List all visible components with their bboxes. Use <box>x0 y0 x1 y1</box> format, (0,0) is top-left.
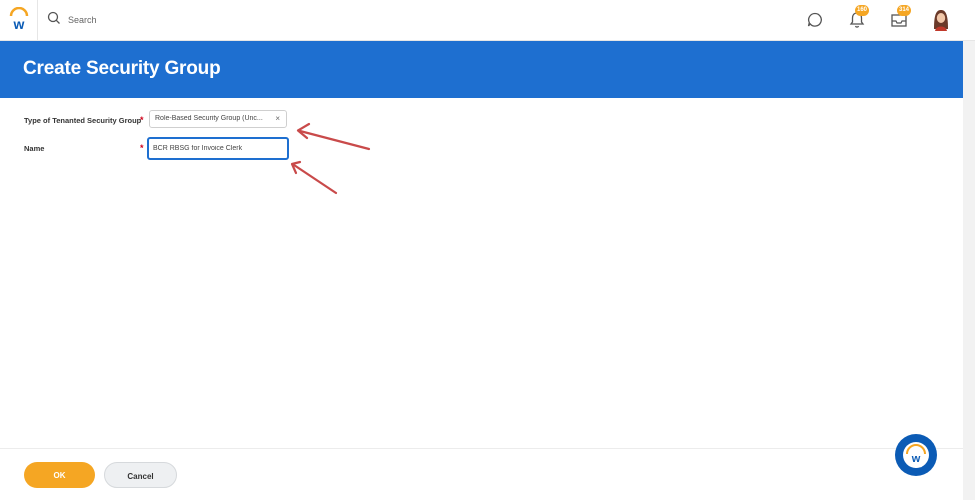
clear-selection-icon[interactable]: × <box>275 114 280 123</box>
annotation-arrow <box>296 122 371 151</box>
svg-text:w: w <box>911 453 921 465</box>
annotation-arrow <box>290 160 338 195</box>
name-required-mark: * <box>140 143 144 153</box>
type-field-label: Type of Tenanted Security Group <box>24 116 142 125</box>
avatar[interactable] <box>930 7 952 31</box>
assistant-icon[interactable]: w <box>895 434 937 476</box>
svg-text:w: w <box>13 16 25 31</box>
search-input[interactable] <box>68 11 268 29</box>
workday-logo-icon[interactable]: w <box>0 0 38 40</box>
name-field-label: Name <box>24 144 45 153</box>
top-bar: w 160 314 <box>0 0 975 41</box>
page-title: Create Security Group <box>23 58 221 79</box>
scrollbar[interactable] <box>963 41 975 500</box>
notification-badge: 160 <box>855 5 870 16</box>
type-select-value: Role-Based Security Group (Unc... <box>155 115 263 122</box>
ok-button[interactable]: OK <box>24 462 95 488</box>
chat-icon[interactable] <box>806 11 824 29</box>
type-required-mark: * <box>140 115 144 125</box>
name-input[interactable] <box>147 137 289 160</box>
search-icon[interactable] <box>46 10 62 26</box>
inbox-badge: 314 <box>897 5 912 16</box>
type-select[interactable]: Role-Based Security Group (Unc... × <box>149 110 287 128</box>
cancel-button[interactable]: Cancel <box>104 462 177 488</box>
